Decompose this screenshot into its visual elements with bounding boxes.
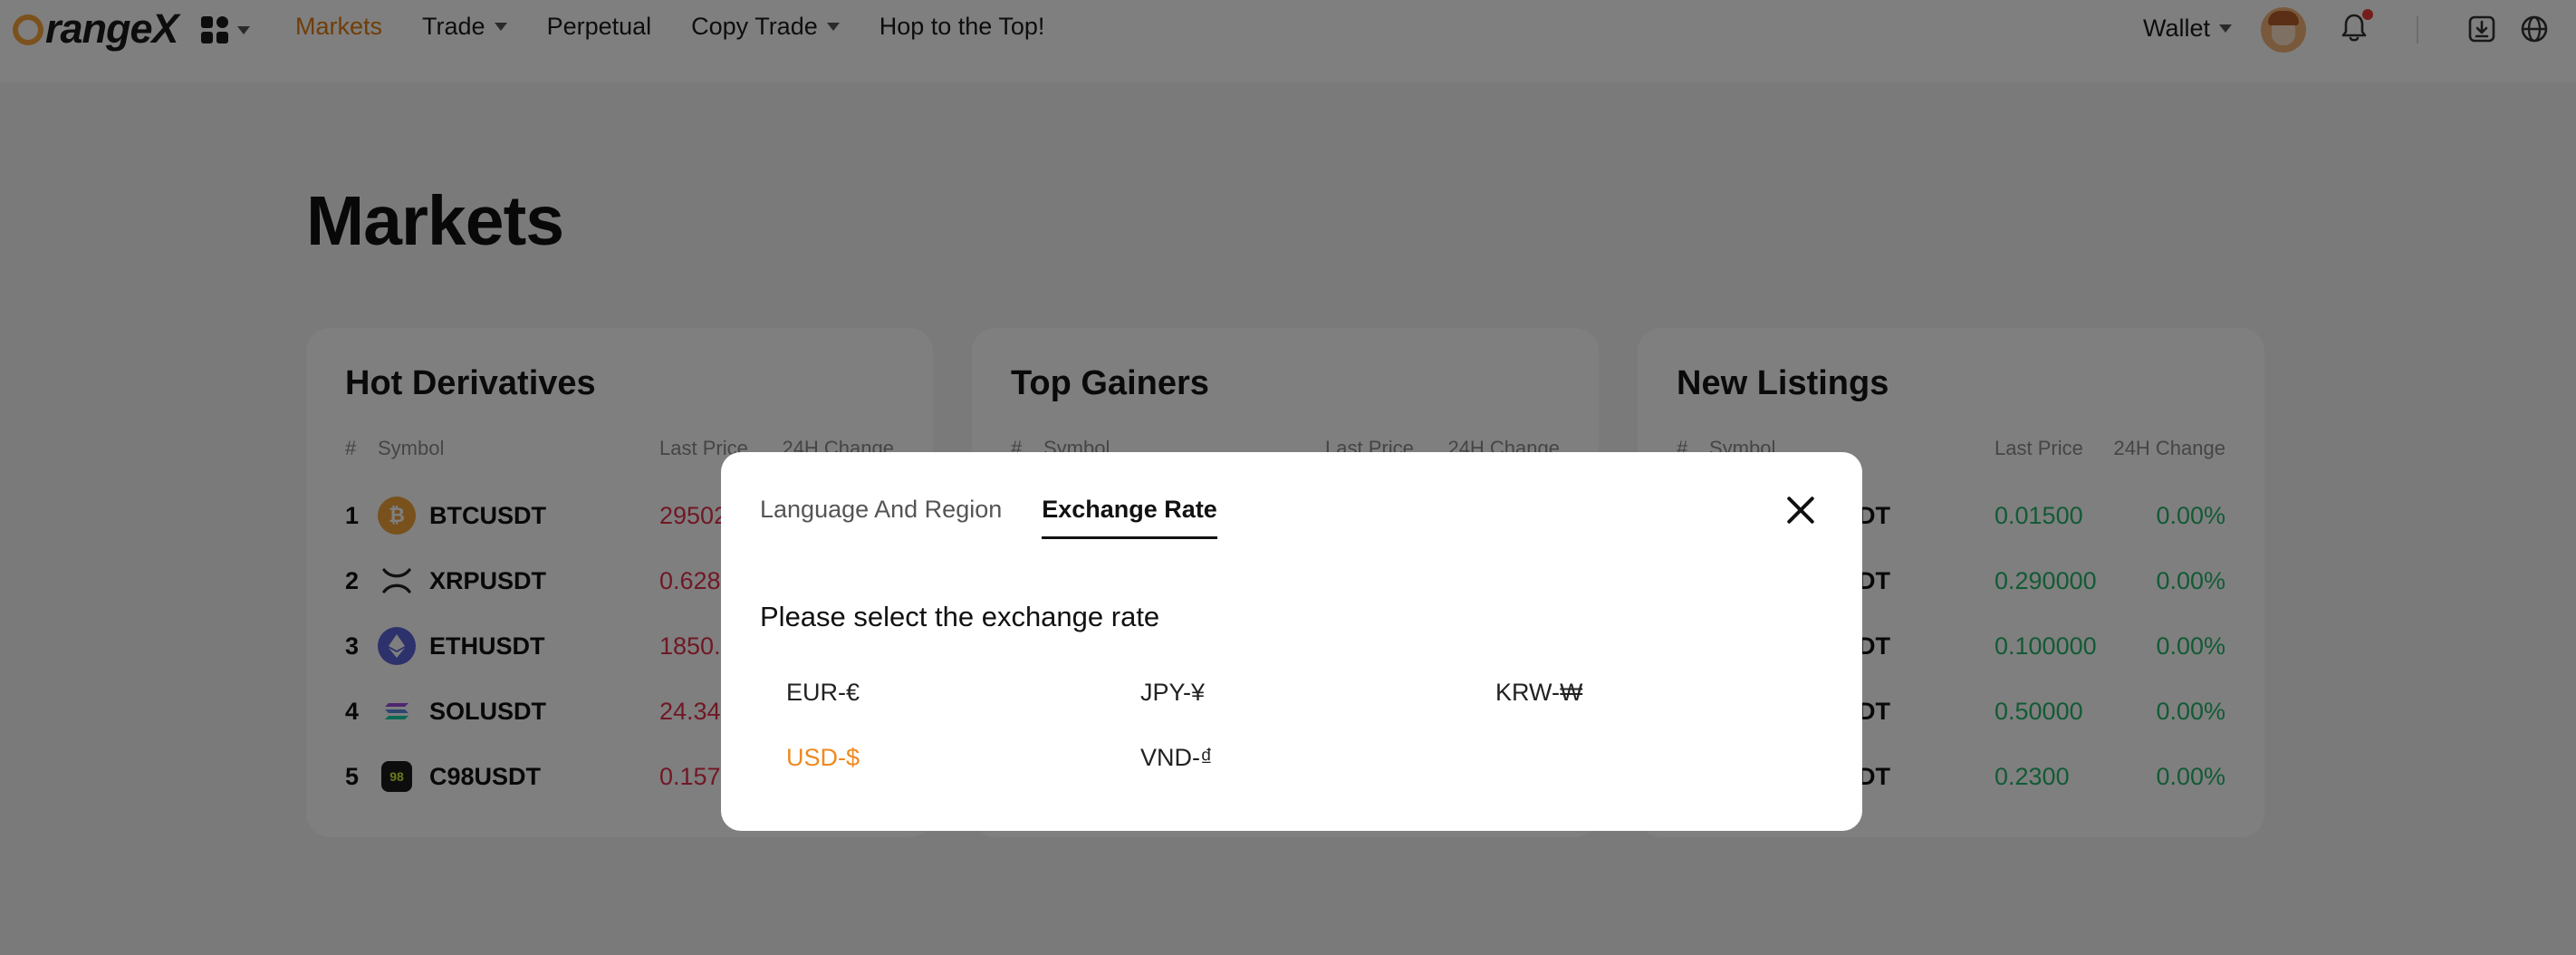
option-eur[interactable]: EUR-€ <box>786 679 860 707</box>
modal-tabs: Language And Region Exchange Rate <box>760 496 1257 539</box>
option-jpy[interactable]: JPY-¥ <box>1140 679 1205 707</box>
settings-modal: Language And Region Exchange Rate Please… <box>721 452 1862 831</box>
modal-subtitle: Please select the exchange rate <box>760 601 1160 632</box>
tab-language-and-region[interactable]: Language And Region <box>760 496 1002 539</box>
option-vnd[interactable]: VND-₫ <box>1140 744 1213 772</box>
option-krw[interactable]: KRW-₩ <box>1495 679 1583 707</box>
close-icon[interactable] <box>1784 494 1817 526</box>
option-usd[interactable]: USD-$ <box>786 744 860 772</box>
tab-exchange-rate[interactable]: Exchange Rate <box>1042 496 1217 539</box>
